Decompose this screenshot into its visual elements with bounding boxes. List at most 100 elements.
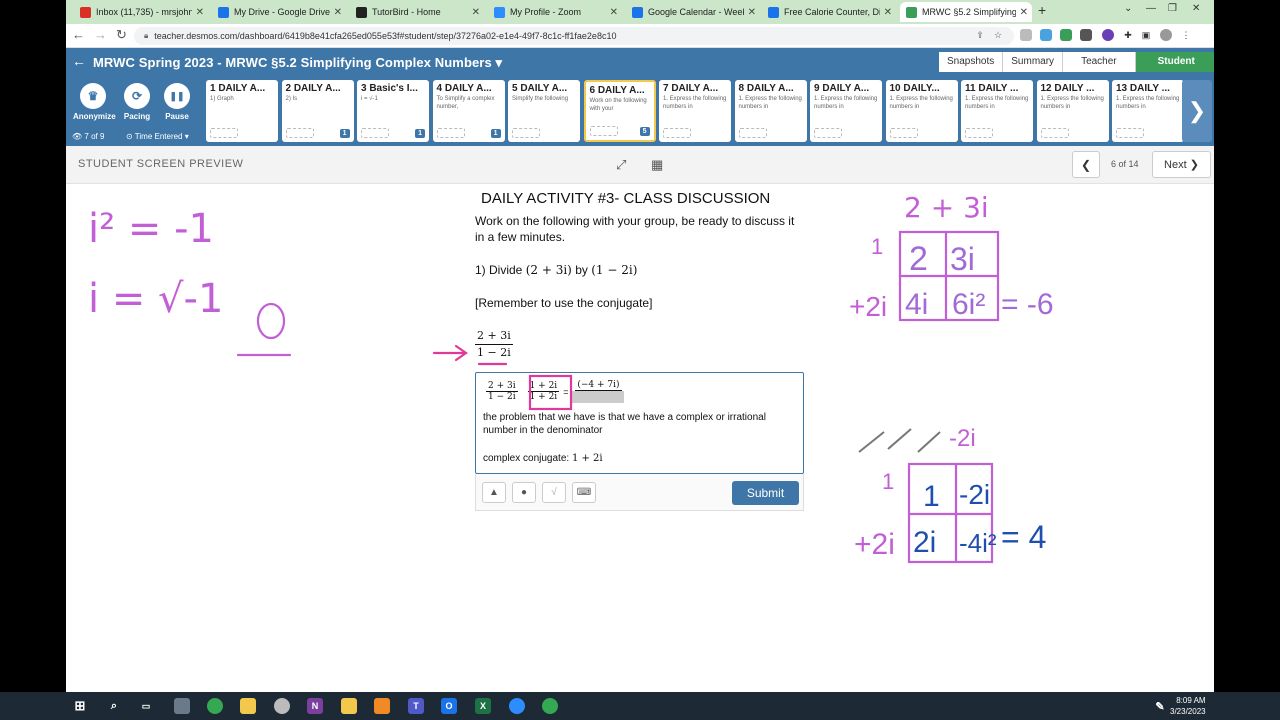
screen-card-response-placeholder bbox=[1116, 128, 1144, 138]
calculator-app-icon[interactable] bbox=[174, 698, 190, 714]
puzzle-icon[interactable]: ✚ bbox=[1122, 29, 1134, 41]
tab-teacher[interactable]: Teacher bbox=[1063, 52, 1136, 72]
back-arrow-icon[interactable]: ← bbox=[72, 27, 85, 42]
close-window-icon[interactable]: ✕ bbox=[1192, 3, 1200, 14]
screen-card-4[interactable]: 4 DAILY A... To Simplify a complex number… bbox=[432, 80, 505, 142]
star-icon[interactable]: ☆ bbox=[992, 29, 1004, 41]
screen-card-8[interactable]: 8 DAILY A... 1. Express the following num… bbox=[734, 80, 807, 142]
calculator-icon[interactable]: ▦ bbox=[651, 157, 663, 173]
close-icon[interactable]: ✕ bbox=[334, 7, 342, 18]
fraction-denominator: 1 − 2i bbox=[477, 346, 511, 359]
conjugate-numerator: 1 + 2i bbox=[527, 381, 560, 392]
chevron-right-icon[interactable]: ❯ bbox=[1182, 80, 1212, 142]
close-icon[interactable]: ✕ bbox=[472, 7, 480, 18]
extension-icon[interactable] bbox=[1060, 29, 1072, 41]
anonymize-label: Anonymize bbox=[73, 112, 116, 121]
reload-icon[interactable]: ↻ bbox=[116, 27, 127, 43]
chevron-down-icon[interactable]: ⌄ bbox=[1124, 3, 1132, 14]
close-icon[interactable]: ✕ bbox=[748, 7, 756, 18]
pen-tray-icon[interactable]: ✎ bbox=[1152, 698, 1168, 714]
screen-card-3[interactable]: 3 Basic's I... i = √-1 1 bbox=[357, 80, 429, 142]
extension-icon[interactable] bbox=[1080, 29, 1092, 41]
vlc-icon[interactable] bbox=[374, 698, 390, 714]
chrome-icon[interactable] bbox=[542, 698, 558, 714]
screen-card-response-placeholder bbox=[512, 128, 540, 138]
excel-icon[interactable]: X bbox=[475, 698, 491, 714]
submit-button[interactable]: Submit bbox=[732, 481, 799, 505]
close-icon[interactable]: ✕ bbox=[884, 7, 892, 18]
result-numerator: (−4 + 7i) bbox=[575, 380, 622, 391]
microphone-icon[interactable]: ● bbox=[512, 482, 536, 503]
screen-card-7[interactable]: 7 DAILY A... 1. Express the following num… bbox=[659, 80, 731, 142]
new-tab-button[interactable]: + bbox=[1038, 2, 1046, 18]
anonymize-button[interactable]: ♛ Anonymize bbox=[73, 83, 116, 121]
search-icon[interactable]: ⌕ bbox=[106, 698, 122, 714]
onenote-icon[interactable]: N bbox=[307, 698, 323, 714]
tab-desmos[interactable]: MRWC §5.2 Simplifying C ✕ bbox=[900, 2, 1032, 22]
extension-icon[interactable] bbox=[1020, 29, 1032, 41]
tab-zoom[interactable]: My Profile - Zoom ✕ bbox=[488, 2, 622, 22]
pacing-label: Pacing bbox=[123, 112, 151, 121]
screen-card-9[interactable]: 9 DAILY A... 1. Express the following num… bbox=[810, 80, 882, 142]
expand-icon[interactable]: ⤢ bbox=[616, 157, 626, 173]
screen-card-13[interactable]: 13 DAILY ... 1. Express the following num… bbox=[1112, 80, 1184, 142]
screen-card-10[interactable]: 10 DAILY... 1. Express the following numb… bbox=[885, 80, 958, 142]
sticky-notes-icon[interactable] bbox=[341, 698, 357, 714]
back-arrow-icon[interactable]: ← bbox=[72, 53, 86, 69]
tab-snapshots[interactable]: Snapshots bbox=[939, 52, 1004, 72]
minimize-icon[interactable]: — bbox=[1146, 3, 1156, 14]
system-clock[interactable]: 8:09 AM 3/23/2023 bbox=[1170, 695, 1206, 717]
chevron-left-icon: ❮ bbox=[1080, 157, 1092, 172]
forward-arrow-icon[interactable]: → bbox=[94, 27, 107, 42]
screen-card-title: 7 DAILY A... bbox=[663, 83, 719, 94]
tab-drive[interactable]: My Drive - Google Drive ✕ bbox=[212, 2, 346, 22]
pacing-button[interactable]: ⟳ Pacing bbox=[117, 83, 157, 121]
zoom-app-icon[interactable] bbox=[509, 698, 525, 714]
previous-button[interactable]: ❮ bbox=[1072, 151, 1100, 178]
close-icon[interactable]: ✕ bbox=[1020, 7, 1028, 18]
desmos-header: ← MRWC Spring 2023 - MRWC §5.2 Simplifyi… bbox=[66, 48, 1214, 76]
tab-calorie[interactable]: Free Calorie Counter, Diet ✕ bbox=[762, 2, 896, 22]
screen-card-1[interactable]: 1 DAILY A... 1) Graph bbox=[206, 80, 278, 142]
fraction-numerator: 2 + 3i bbox=[475, 328, 513, 345]
activity-title[interactable]: MRWC Spring 2023 - MRWC §5.2 Simplifying… bbox=[93, 55, 502, 71]
restore-icon[interactable]: ❐ bbox=[1168, 3, 1177, 14]
keyboard-icon[interactable]: ⌨ bbox=[572, 482, 596, 503]
screen-card-5[interactable]: 5 DAILY A... Simplify the following bbox=[508, 80, 580, 142]
answer-input[interactable]: 2 + 3i 1 − 2i 1 + 2i 1 + 2i = (−4 + 7i) th… bbox=[475, 372, 804, 474]
teams-icon[interactable]: T bbox=[408, 698, 424, 714]
tab-tutorbird[interactable]: TutorBird - Home ✕ bbox=[350, 2, 484, 22]
image-icon[interactable]: ▲ bbox=[482, 482, 506, 503]
menu-icon[interactable]: ⋮ bbox=[1180, 29, 1192, 41]
screen-card-2[interactable]: 2 DAILY A... 2) Is 1 bbox=[281, 80, 354, 142]
screen-card-6[interactable]: 6 DAILY A... Work on the following with y… bbox=[583, 80, 656, 142]
reminder: [Remember to use the conjugate] bbox=[475, 296, 653, 310]
next-button[interactable]: Next ❯ bbox=[1152, 151, 1211, 178]
close-icon[interactable]: ✕ bbox=[196, 7, 204, 18]
screen-card-12[interactable]: 12 DAILY ... 1. Express the following num… bbox=[1036, 80, 1109, 142]
screen-card-11[interactable]: 11 DAILY ... 1. Express the following num… bbox=[961, 80, 1033, 142]
paint-icon[interactable] bbox=[274, 698, 290, 714]
pause-button[interactable]: ❚❚ Pause bbox=[157, 83, 197, 121]
tab-calendar[interactable]: Google Calendar - Week o ✕ bbox=[626, 2, 760, 22]
task-view-icon[interactable]: ▭ bbox=[138, 698, 154, 714]
avatar[interactable] bbox=[1160, 29, 1172, 41]
close-icon[interactable]: ✕ bbox=[610, 7, 618, 18]
bottom-row-2: +2i bbox=[854, 528, 895, 561]
share-icon[interactable]: ⇪ bbox=[974, 29, 986, 41]
tab-student[interactable]: Student bbox=[1135, 52, 1214, 72]
outlook-icon[interactable]: O bbox=[441, 698, 457, 714]
windows-start-icon[interactable]: ⊞ bbox=[72, 698, 88, 714]
tab-gmail[interactable]: Inbox (11,735) - mrsjohns ✕ bbox=[74, 2, 208, 22]
sqrt-icon[interactable]: √ bbox=[542, 482, 566, 503]
sidepanel-icon[interactable]: ▣ bbox=[1140, 29, 1152, 41]
chrome-icon[interactable] bbox=[207, 698, 223, 714]
extension-icon[interactable] bbox=[1102, 29, 1114, 41]
time-entered-sort[interactable]: ⊙ Time Entered ▾ bbox=[126, 132, 189, 141]
address-bar[interactable]: 🔒︎ teacher.desmos.com/dashboard/6419b8e4… bbox=[134, 27, 1014, 45]
tab-summary[interactable]: Summary bbox=[1003, 52, 1064, 72]
student-screen: DAILY ACTIVITY #3- CLASS DISCUSSION Work… bbox=[66, 184, 1214, 692]
screen-card-response-placeholder bbox=[436, 128, 465, 138]
extension-icon[interactable] bbox=[1040, 29, 1052, 41]
file-explorer-icon[interactable] bbox=[240, 698, 256, 714]
